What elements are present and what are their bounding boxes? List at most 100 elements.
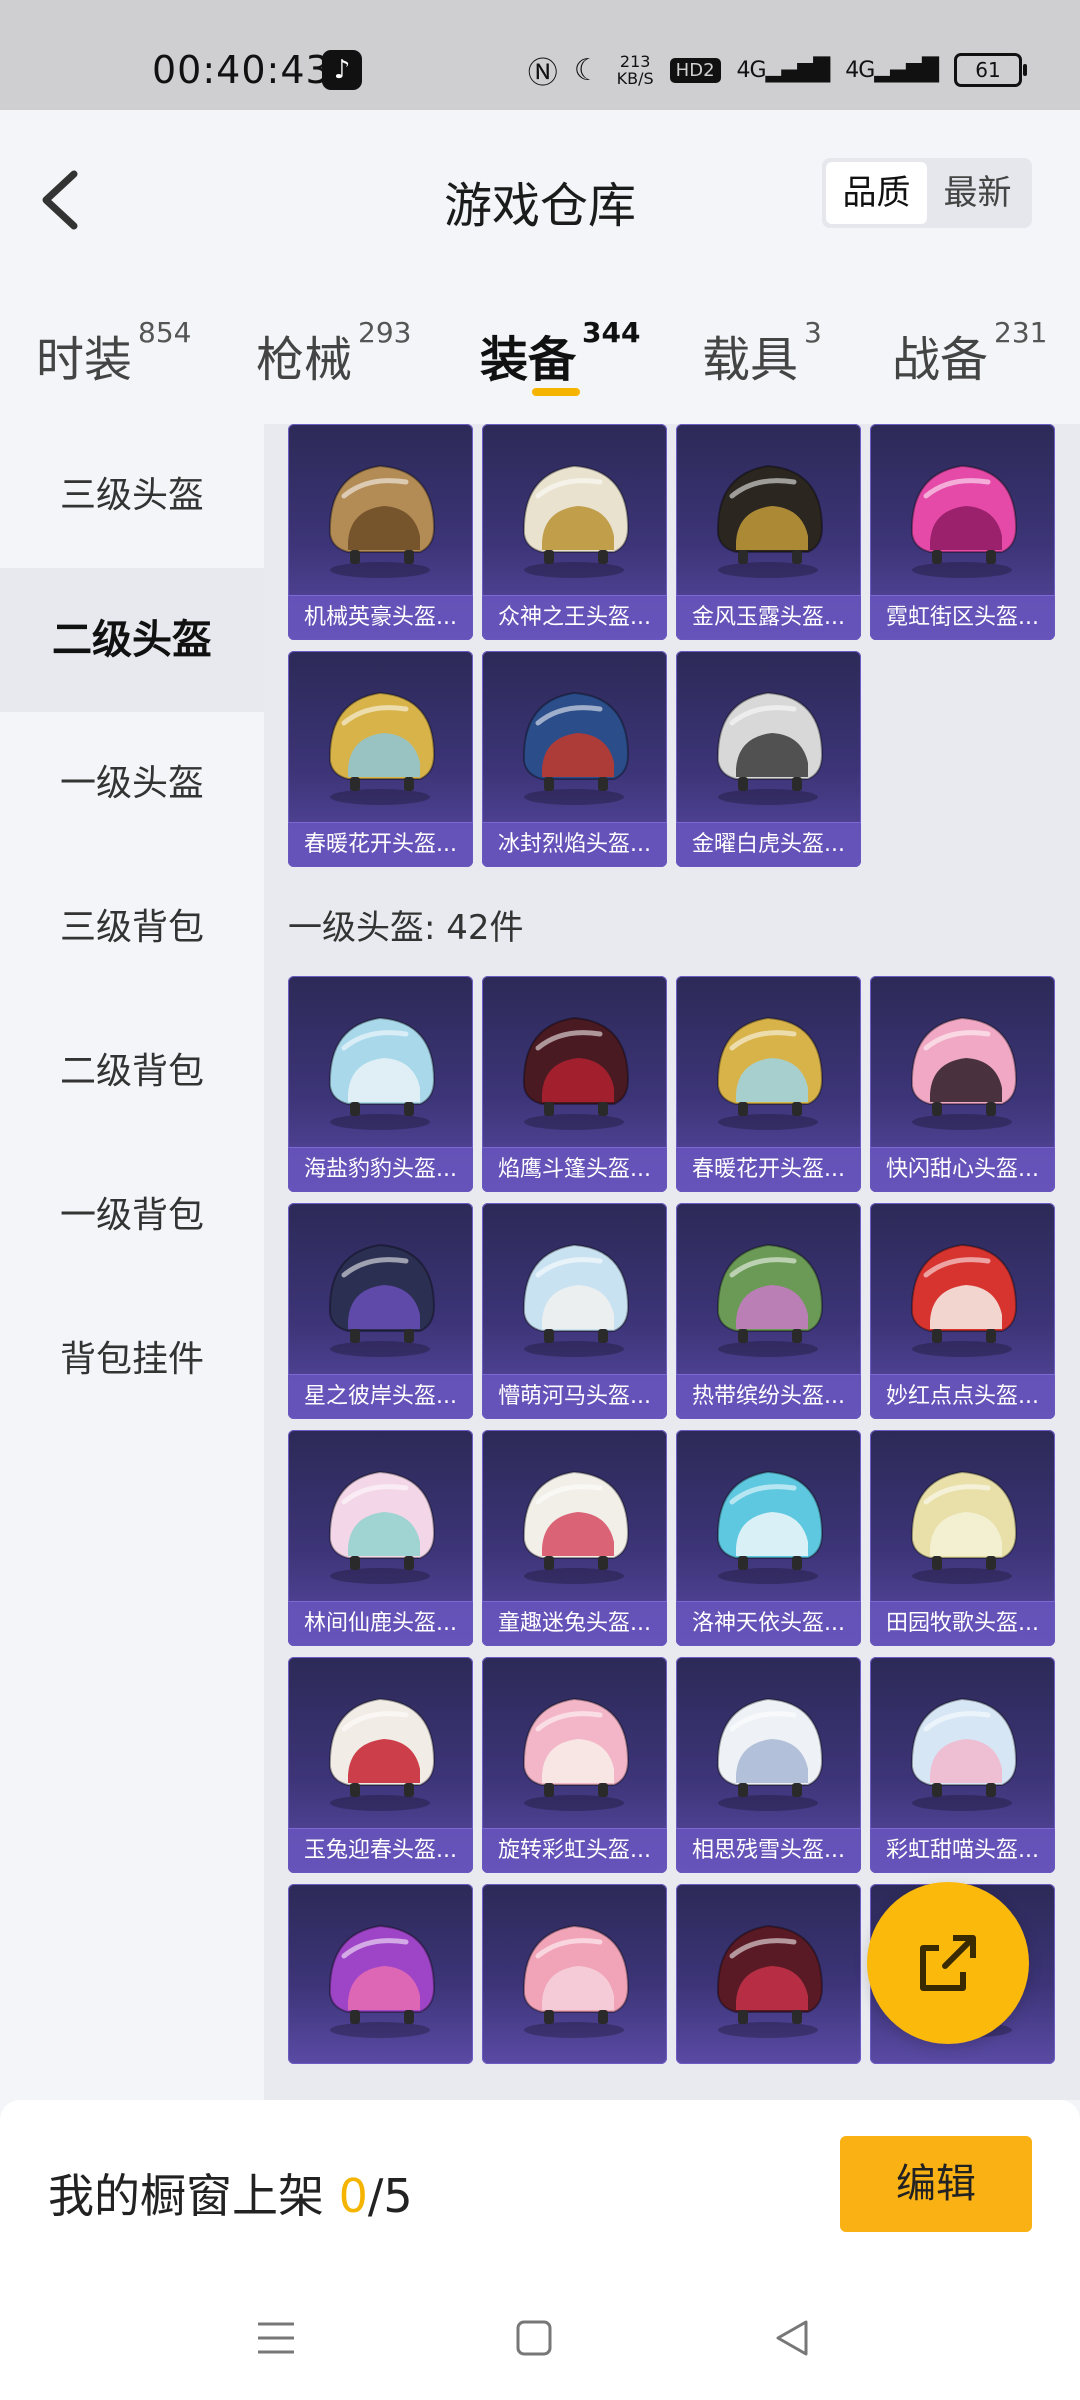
signal-label-1: 4G bbox=[736, 57, 767, 83]
showcase-label: 我的橱窗上架 bbox=[48, 2169, 339, 2223]
item-name: 金风玉露头盔... bbox=[676, 595, 861, 640]
item-card[interactable]: 冰封烈焰头盔... bbox=[482, 651, 667, 867]
back-triangle-icon bbox=[776, 2320, 808, 2356]
showcase-status: 我的橱窗上架 0/5 bbox=[48, 2160, 413, 2226]
status-icons: Ⓝ ☾ 213 KB/S HD2 4G▂▄▆█ 4G▂▄▆█ 61 bbox=[527, 48, 1027, 92]
item-card[interactable]: 玉兔迎春头盔... bbox=[288, 1657, 473, 1873]
item-card[interactable]: 田园牧歌头盔... bbox=[870, 1430, 1055, 1646]
signal-icon-2: 4G▂▄▆█ bbox=[845, 57, 939, 83]
item-name: 玉兔迎春头盔... bbox=[288, 1828, 473, 1873]
signal-icon: 4G▂▄▆█ bbox=[736, 57, 831, 83]
sidebar-item-level1-backpack[interactable]: 一级背包 bbox=[0, 1144, 264, 1288]
helmet-purple-pink-icon bbox=[328, 1924, 436, 2038]
tab-vehicles[interactable]: 载具 3 bbox=[702, 316, 822, 390]
item-card[interactable] bbox=[676, 1884, 861, 2064]
helmet-pale-blue-icon bbox=[522, 1243, 630, 1357]
section-title-level1-helmet: 一级头盔: 42件 bbox=[288, 908, 524, 948]
item-card[interactable]: 机械英豪头盔... bbox=[288, 424, 473, 640]
tab-fashion[interactable]: 时装 854 bbox=[36, 316, 191, 390]
home-button[interactable] bbox=[504, 2308, 564, 2368]
tab-label: 载具 bbox=[702, 332, 799, 388]
item-card[interactable]: 焰鹰斗篷头盔... bbox=[482, 976, 667, 1192]
nfc-icon: Ⓝ bbox=[527, 56, 558, 91]
net-speed-unit: KB/S bbox=[616, 69, 654, 88]
helmet-pink-pig-icon bbox=[522, 1924, 630, 2038]
share-button[interactable] bbox=[867, 1882, 1029, 2044]
item-name: 旋转彩虹头盔... bbox=[482, 1828, 667, 1873]
edit-button[interactable]: 编辑 bbox=[840, 2136, 1032, 2232]
tab-gear[interactable]: 战备 231 bbox=[892, 316, 1047, 390]
tab-weapons[interactable]: 枪械 293 bbox=[256, 316, 411, 390]
menu-icon bbox=[258, 2322, 294, 2354]
helmet-red-dots-icon bbox=[910, 1243, 1018, 1357]
battery-icon: 61 bbox=[954, 53, 1027, 87]
helmet-cyan-white-icon bbox=[716, 1470, 824, 1584]
sidebar-item-level2-backpack[interactable]: 二级背包 bbox=[0, 1000, 264, 1144]
item-name: 妙红点点头盔... bbox=[870, 1374, 1055, 1419]
tab-equipment[interactable]: 装备 344 bbox=[480, 316, 640, 390]
item-card[interactable]: 霓虹街区头盔... bbox=[870, 424, 1055, 640]
item-name: 焰鹰斗篷头盔... bbox=[482, 1147, 667, 1192]
item-name: 冰封烈焰头盔... bbox=[482, 822, 667, 867]
helmet-pink-white-icon bbox=[522, 1697, 630, 1811]
item-card[interactable]: 快闪甜心头盔... bbox=[870, 976, 1055, 1192]
item-card[interactable]: 金曜白虎头盔... bbox=[676, 651, 861, 867]
sidebar-item-backpack-charm[interactable]: 背包挂件 bbox=[0, 1288, 264, 1432]
tab-label: 枪械 bbox=[256, 332, 353, 388]
item-card[interactable]: 春暖花开头盔... bbox=[676, 976, 861, 1192]
item-card[interactable]: 懵萌河马头盔... bbox=[482, 1203, 667, 1419]
sidebar-item-level2-helmet[interactable]: 二级头盔 bbox=[0, 568, 264, 712]
item-card[interactable]: 童趣迷兔头盔... bbox=[482, 1430, 667, 1646]
item-card[interactable]: 林间仙鹿头盔... bbox=[288, 1430, 473, 1646]
item-name: 机械英豪头盔... bbox=[288, 595, 473, 640]
item-card[interactable]: 相思残雪头盔... bbox=[676, 1657, 861, 1873]
tab-label: 装备 bbox=[480, 332, 577, 388]
item-card[interactable] bbox=[288, 1884, 473, 2064]
item-card[interactable]: 金风玉露头盔... bbox=[676, 424, 861, 640]
tiktok-icon: ♪ bbox=[322, 50, 362, 90]
status-time: 00:40:43 bbox=[152, 48, 331, 92]
item-card[interactable] bbox=[482, 1884, 667, 2064]
item-card[interactable]: 海盐豹豹头盔... bbox=[288, 976, 473, 1192]
system-nav-bar bbox=[0, 2270, 1080, 2400]
item-card[interactable]: 旋转彩虹头盔... bbox=[482, 1657, 667, 1873]
sidebar-item-level3-backpack[interactable]: 三级背包 bbox=[0, 856, 264, 1000]
moon-icon: ☾ bbox=[573, 52, 601, 88]
helmet-white-tiger-icon bbox=[716, 691, 824, 805]
helmet-tropical-flowers-icon bbox=[716, 1243, 824, 1357]
item-card[interactable]: 热带缤纷头盔... bbox=[676, 1203, 861, 1419]
hd-badge: HD2 bbox=[669, 57, 721, 83]
item-card[interactable]: 众神之王头盔... bbox=[482, 424, 667, 640]
showcase-total: /5 bbox=[367, 2169, 413, 2223]
helmet-red-white-icon bbox=[328, 1697, 436, 1811]
nav-back-button[interactable] bbox=[762, 2308, 822, 2368]
item-card[interactable]: 星之彼岸头盔... bbox=[288, 1203, 473, 1419]
item-name: 星之彼岸头盔... bbox=[288, 1374, 473, 1419]
helmet-cream-icon bbox=[910, 1470, 1018, 1584]
item-grid-level2: 机械英豪头盔... 众神之王头盔... 金风玉露头盔... 霓虹街区头盔... … bbox=[288, 424, 1055, 867]
sort-latest[interactable]: 最新 bbox=[927, 162, 1028, 224]
menu-button[interactable] bbox=[246, 2308, 306, 2368]
helmet-navy-star-icon bbox=[328, 1243, 436, 1357]
item-name: 快闪甜心头盔... bbox=[870, 1147, 1055, 1192]
item-card[interactable]: 彩虹甜喵头盔... bbox=[870, 1657, 1055, 1873]
tab-count: 231 bbox=[994, 316, 1048, 349]
item-card[interactable]: 洛神天依头盔... bbox=[676, 1430, 861, 1646]
helmet-gold-flower-open-icon bbox=[716, 1016, 824, 1130]
item-content[interactable]: 机械英豪头盔... 众神之王头盔... 金风玉露头盔... 霓虹街区头盔... … bbox=[264, 424, 1080, 2100]
helmet-white-gold-icon bbox=[522, 464, 630, 578]
share-export-icon bbox=[920, 1935, 976, 1991]
item-card[interactable]: 春暖花开头盔... bbox=[288, 651, 473, 867]
showcase-bar: 我的橱窗上架 0/5 编辑 bbox=[0, 2100, 1080, 2270]
sort-toggle[interactable]: 品质 最新 bbox=[822, 158, 1032, 228]
helmet-gold-flower-icon bbox=[328, 691, 436, 805]
helmet-snow-white-icon bbox=[716, 1697, 824, 1811]
tab-count: 293 bbox=[358, 316, 412, 349]
item-card[interactable]: 妙红点点头盔... bbox=[870, 1203, 1055, 1419]
sidebar-item-level1-helmet[interactable]: 一级头盔 bbox=[0, 712, 264, 856]
helmet-bunny-white-icon bbox=[522, 1470, 630, 1584]
sidebar-item-level3-helmet[interactable]: 三级头盔 bbox=[0, 424, 264, 568]
tab-label: 时装 bbox=[36, 332, 133, 388]
sort-quality[interactable]: 品质 bbox=[826, 162, 927, 224]
helmet-light-blue-icon bbox=[328, 1016, 436, 1130]
